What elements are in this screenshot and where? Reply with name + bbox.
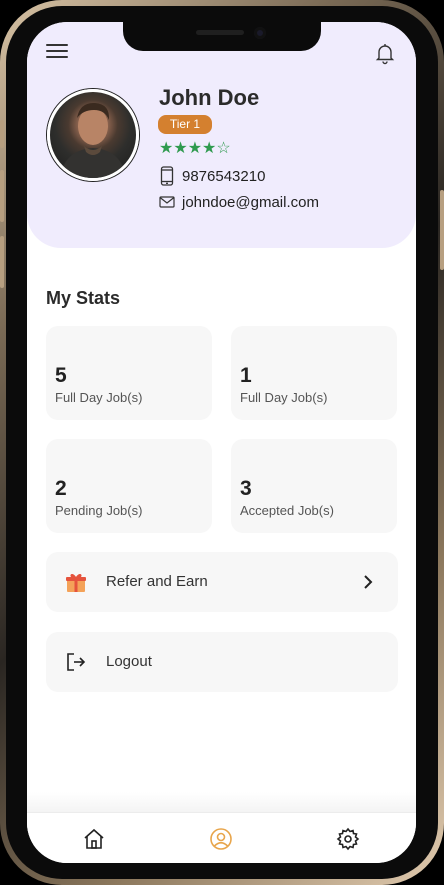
star-filled-icon: ★ [159,140,174,157]
gift-icon [66,573,86,592]
stat-value: 2 [55,477,67,500]
volume-up-button [0,170,4,222]
stat-card: 1 Full Day Job(s) [231,326,397,420]
stat-label: Accepted Job(s) [240,503,334,518]
volume-down-button [0,236,4,288]
stats-title: My Stats [46,288,121,308]
mobile-phone-icon [160,166,174,186]
profile-icon[interactable] [209,827,233,851]
stat-value: 3 [240,477,252,500]
phone-row: 9876543210 [159,166,265,186]
app-screen: John Doe Tier 1 ★★★★☆ 9876543210 johndoe… [27,22,416,863]
stat-card: 3 Accepted Job(s) [231,439,397,533]
avatar-portrait [60,102,126,178]
stat-label: Pending Job(s) [55,503,143,518]
star-filled-icon: ★ [187,140,203,157]
stat-value: 1 [240,364,252,387]
email-row: johndoe@gmail.com [159,192,319,212]
stat-card: 2 Pending Job(s) [46,439,212,533]
refer-and-earn-label: Refer and Earn [106,573,208,590]
logout-icon [67,653,86,671]
star-filled-icon: ★ [202,140,217,157]
star-empty-icon: ☆ [216,140,231,157]
profile-name: John Doe [159,85,260,110]
bottom-nav [27,812,416,863]
power-button [440,190,444,270]
front-camera [254,27,266,39]
stat-label: Full Day Job(s) [240,390,328,405]
stat-card: 5 Full Day Job(s) [46,326,212,420]
speaker-grille [196,30,244,35]
rating-stars: ★★★★☆ [159,138,231,158]
email-address: johndoe@gmail.com [182,193,319,211]
refer-and-earn-button[interactable]: Refer and Earn [46,552,398,612]
device-notch [123,22,321,51]
avatar [47,89,139,181]
stat-value: 5 [55,364,67,387]
profile-header: John Doe Tier 1 ★★★★☆ 9876543210 johndoe… [27,22,416,248]
star-filled-icon: ★ [173,140,188,157]
tier-badge: Tier 1 [158,115,212,134]
home-icon[interactable] [82,827,106,851]
mute-button [0,120,4,148]
settings-icon[interactable] [336,827,360,851]
envelope-icon [159,196,175,208]
phone-number: 9876543210 [182,167,266,185]
hamburger-menu-icon[interactable] [46,44,68,60]
stat-label: Full Day Job(s) [55,390,143,405]
logout-button[interactable]: Logout [46,632,398,692]
logout-label: Logout [106,653,152,670]
bell-icon[interactable] [373,41,397,65]
bottom-fade [27,792,416,814]
chevron-right-icon [364,575,373,589]
